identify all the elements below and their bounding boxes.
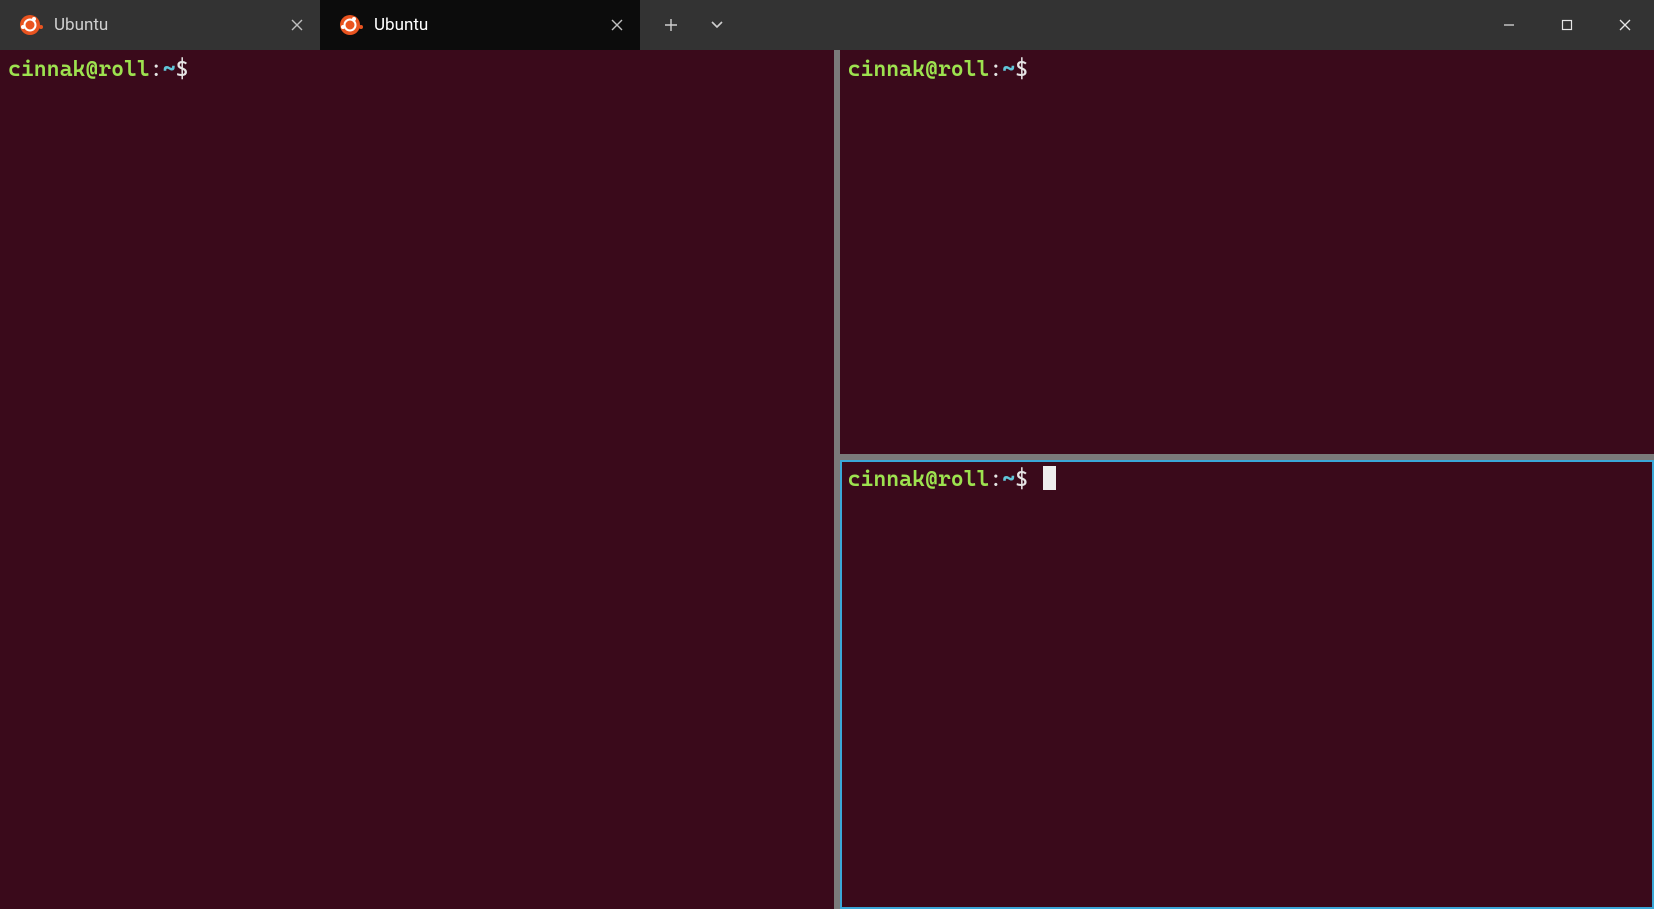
minimize-icon [1503, 19, 1515, 31]
prompt-user-host: cinnak@roll [848, 56, 990, 85]
tab-title: Ubuntu [54, 15, 274, 35]
plus-icon [664, 18, 678, 32]
terminal-pane-right-bottom[interactable]: cinnak@roll:~$ [840, 460, 1654, 909]
prompt-dollar: $ [1015, 466, 1028, 495]
prompt-user-host: cinnak@roll [8, 56, 150, 85]
prompt-path: ~ [163, 56, 176, 85]
prompt-line: cinnak@roll:~$ [848, 466, 1646, 495]
cursor-block [1043, 466, 1056, 490]
prompt-user-host: cinnak@roll [848, 466, 990, 495]
prompt-dollar: $ [1015, 56, 1028, 85]
close-icon [1619, 19, 1631, 31]
chevron-down-icon [710, 20, 724, 30]
pane-column-left: cinnak@roll:~$ [0, 50, 834, 909]
prompt-line: cinnak@roll:~$ [848, 56, 1646, 85]
new-tab-button[interactable] [648, 0, 694, 50]
maximize-button[interactable] [1538, 0, 1596, 50]
prompt-colon: : [989, 56, 1002, 85]
prompt-colon: : [150, 56, 163, 85]
prompt-path: ~ [1002, 466, 1015, 495]
prompt-path: ~ [1002, 56, 1015, 85]
prompt-space [1028, 466, 1041, 495]
prompt-dollar: $ [176, 56, 189, 85]
prompt-line: cinnak@roll:~$ [8, 56, 826, 85]
ubuntu-icon [340, 15, 360, 35]
prompt-space [1028, 56, 1041, 85]
tab-ubuntu-0[interactable]: Ubuntu [0, 0, 320, 50]
terminal-area: cinnak@roll:~$ cinnak@roll:~$ cinnak@rol… [0, 50, 1654, 909]
prompt-colon: : [989, 466, 1002, 495]
maximize-icon [1561, 19, 1573, 31]
titlebar-drag-region[interactable] [740, 0, 1480, 50]
close-tab-icon[interactable] [608, 16, 626, 34]
terminal-pane-left[interactable]: cinnak@roll:~$ [0, 50, 834, 909]
tab-ubuntu-1[interactable]: Ubuntu [320, 0, 640, 50]
titlebar: Ubuntu Ubuntu [0, 0, 1654, 50]
tab-actions [640, 0, 740, 50]
minimize-button[interactable] [1480, 0, 1538, 50]
tab-title: Ubuntu [374, 15, 594, 35]
close-tab-icon[interactable] [288, 16, 306, 34]
pane-column-right: cinnak@roll:~$ cinnak@roll:~$ [840, 50, 1654, 909]
close-window-button[interactable] [1596, 0, 1654, 50]
new-tab-dropdown[interactable] [694, 0, 740, 50]
ubuntu-icon [20, 15, 40, 35]
prompt-space [188, 56, 201, 85]
terminal-pane-right-top[interactable]: cinnak@roll:~$ [840, 50, 1654, 454]
window-controls [1480, 0, 1654, 50]
